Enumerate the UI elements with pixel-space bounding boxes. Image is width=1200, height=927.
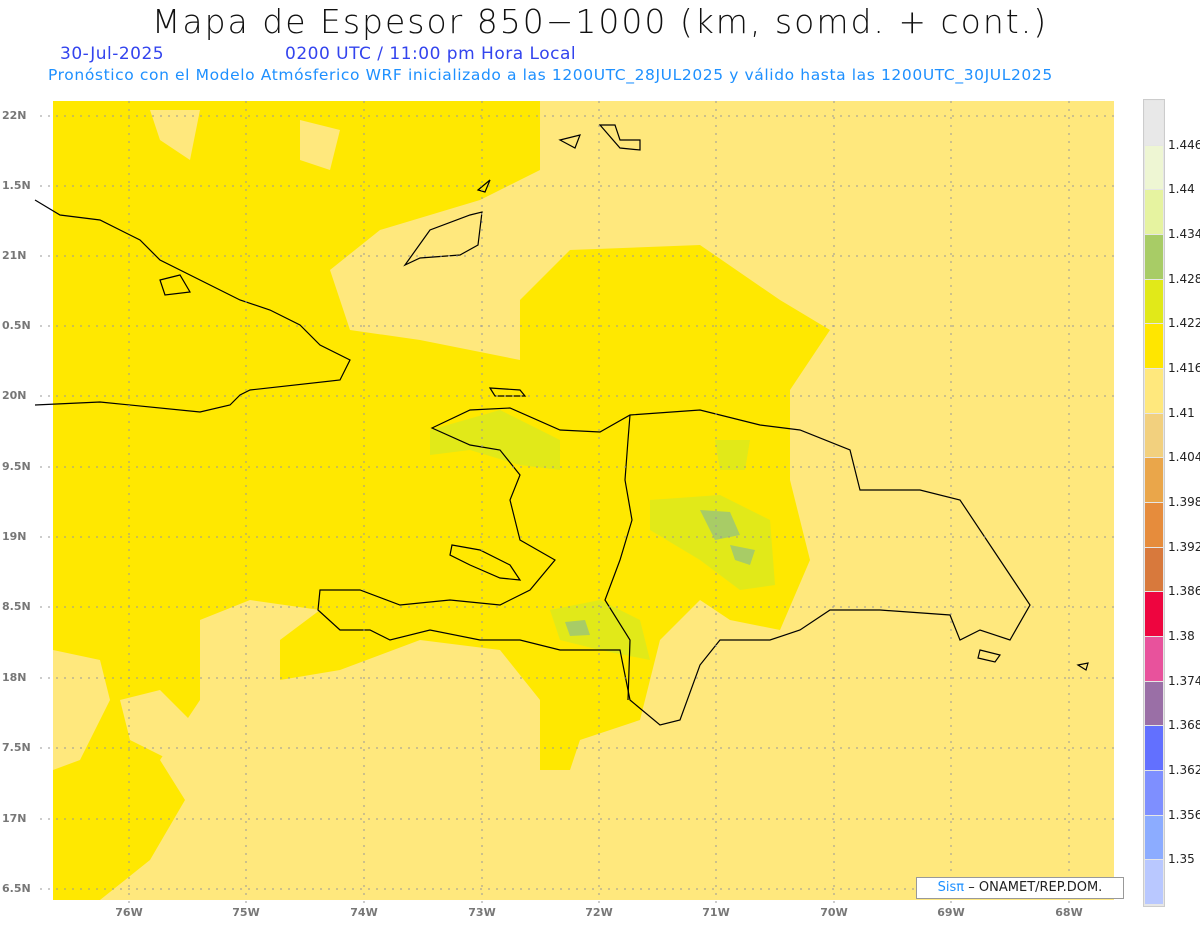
colorbar-swatch <box>1145 235 1163 279</box>
lat-label: 9.5N <box>2 460 31 473</box>
colorbar-label: 1.434 <box>1168 227 1200 241</box>
colorbar-swatch <box>1145 637 1163 681</box>
colorbar-swatch <box>1145 458 1163 502</box>
lat-label: 17N <box>2 812 27 825</box>
lat-label: 7.5N <box>2 741 31 754</box>
colorbar-label: 1.38 <box>1168 629 1195 643</box>
lon-label: 73W <box>468 906 496 919</box>
colorbar-label: 1.428 <box>1168 271 1200 286</box>
lat-label: 22N <box>2 109 27 122</box>
colorbar-swatch <box>1145 145 1163 190</box>
lat-label: 6.5N <box>2 882 31 895</box>
colorbar-swatch <box>1145 547 1163 592</box>
colorbar-label: 1.41 <box>1168 405 1195 420</box>
credit-text: – ONAMET/REP.DOM. <box>968 880 1103 895</box>
colorbar-swatch <box>1145 324 1163 368</box>
colorbar-swatch <box>1145 190 1163 234</box>
colorbar-label: 1.368 <box>1168 718 1200 733</box>
credit-box: Sisπ – ONAMET/REP.DOM. <box>916 877 1124 899</box>
colorbar-label: 1.404 <box>1168 450 1200 465</box>
colorbar-label: 1.35 <box>1168 852 1195 867</box>
colorbar-swatch <box>1145 592 1163 636</box>
lon-label: 69W <box>937 906 965 919</box>
colorbar <box>1143 99 1165 907</box>
colorbar-label: 1.362 <box>1168 763 1200 777</box>
colorbar-swatch <box>1145 101 1163 145</box>
lon-label: 72W <box>585 906 613 919</box>
lon-label: 68W <box>1055 906 1083 919</box>
lat-label: 1.5N <box>2 179 31 192</box>
colorbar-label: 1.374 <box>1168 673 1200 688</box>
colorbar-swatch <box>1145 726 1163 770</box>
colorbar-swatch <box>1145 369 1163 413</box>
lon-label: 76W <box>115 906 143 919</box>
colorbar-label: 1.356 <box>1168 807 1200 822</box>
lon-label: 70W <box>820 906 848 919</box>
colorbar-swatch <box>1145 413 1163 458</box>
colorbar-label: 1.386 <box>1168 584 1200 599</box>
colorbar-swatch <box>1145 771 1163 815</box>
colorbar-label: 1.422 <box>1168 316 1200 331</box>
colorbar-label: 1.416 <box>1168 361 1200 375</box>
colorbar-label: 1.392 <box>1168 539 1200 554</box>
colorbar-label: 1.398 <box>1168 495 1200 509</box>
lat-label: 20N <box>2 389 27 402</box>
lat-label: 21N <box>2 249 27 262</box>
lat-label: 0.5N <box>2 319 31 332</box>
colorbar-swatch <box>1145 503 1163 547</box>
colorbar-swatch <box>1145 860 1163 904</box>
lon-label: 71W <box>702 906 730 919</box>
colorbar-swatch <box>1145 681 1163 726</box>
colorbar-swatch <box>1145 279 1163 324</box>
lat-label: 18N <box>2 671 27 684</box>
lon-label: 74W <box>350 906 378 919</box>
lat-label: 8.5N <box>2 600 31 613</box>
colorbar-label: 1.44 <box>1168 182 1195 197</box>
lon-label: 75W <box>232 906 260 919</box>
credit-brand: Sisπ <box>937 880 965 895</box>
lat-label: 19N <box>2 530 27 543</box>
colorbar-label: 1.446 <box>1168 137 1200 152</box>
colorbar-swatch <box>1145 815 1163 860</box>
thickness-map <box>34 101 1114 905</box>
